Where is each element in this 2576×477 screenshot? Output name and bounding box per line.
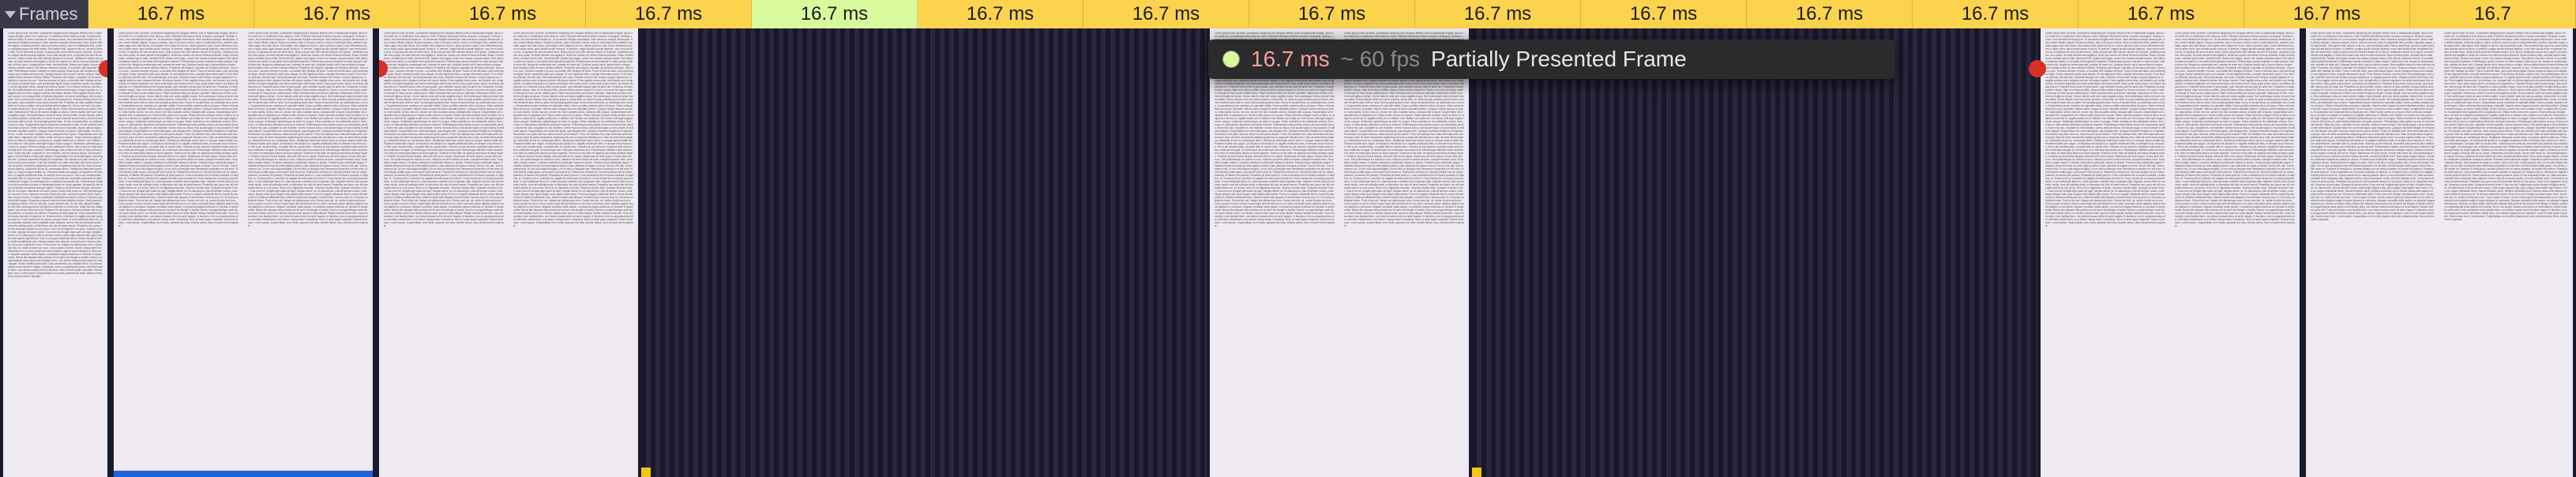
frame-screenshot[interactable]: Lorem ipsum dolor sit amet, consectetur …: [2037, 28, 2303, 477]
tooltip-fps: ~ 60 fps: [1341, 39, 1420, 79]
frame-cell-partial[interactable]: 16.7 ms: [752, 0, 918, 28]
frame-cell[interactable]: 16.7 ms: [918, 0, 1083, 28]
frame-cell[interactable]: 16.7 ms: [1249, 0, 1415, 28]
frame-cell[interactable]: 16.7 ms: [2078, 0, 2244, 28]
frame-gap[interactable]: [1472, 28, 2037, 477]
stripe-pattern: [1472, 28, 2037, 477]
frame-gap[interactable]: [641, 28, 1207, 477]
frame-cell[interactable]: 16.7 ms: [2244, 0, 2410, 28]
frame-tooltip: 16.7 ms ~ 60 fps Partially Presented Fra…: [1208, 39, 1895, 79]
tooltip-label: Partially Presented Frame: [1431, 39, 1687, 79]
frame-screenshot[interactable]: Lorem ipsum dolor sit amet, consectetur …: [2303, 28, 2576, 477]
tooltip-swatch-icon: [1222, 51, 1240, 68]
frame-cell[interactable]: 16.7 ms: [586, 0, 752, 28]
frame-tick-icon: [1472, 468, 1481, 477]
disclosure-triangle-icon[interactable]: [5, 11, 16, 18]
frame-cell[interactable]: 16.7 ms: [88, 0, 254, 28]
frame-cell[interactable]: 16.7 ms: [1913, 0, 2078, 28]
red-marker-icon: [99, 60, 111, 77]
frame-cell[interactable]: 16.7 ms: [1747, 0, 1913, 28]
frame-screenshot[interactable]: Lorem ipsum dolor sit amet, consectetur …: [1207, 28, 1472, 477]
frames-header-row: Frames 16.7 ms 16.7 ms 16.7 ms 16.7 ms 1…: [0, 0, 2576, 28]
progress-bar: [114, 471, 373, 477]
stripe-pattern: [641, 28, 1207, 477]
frame-cell[interactable]: 16.7 ms: [1581, 0, 1747, 28]
screenshots-row: Lorem ipsum dolor sit amet, consectetur …: [0, 28, 2576, 477]
frame-cell[interactable]: 16.7 ms: [254, 0, 420, 28]
frame-cell[interactable]: 16.7 ms: [1415, 0, 1581, 28]
frame-tick-icon: [641, 468, 651, 477]
frame-screenshot[interactable]: Lorem ipsum dolor sit amet, consectetur …: [0, 28, 111, 477]
frame-screenshot[interactable]: Lorem ipsum dolor sit amet, consectetur …: [111, 28, 376, 477]
tooltip-duration: 16.7 ms: [1251, 39, 1330, 79]
red-marker-icon: [2029, 60, 2046, 77]
frame-cell[interactable]: 16.7 ms: [1083, 0, 1249, 28]
frame-cell[interactable]: 16.7 ms: [420, 0, 586, 28]
frames-track-header[interactable]: Frames: [0, 0, 88, 28]
frame-cell[interactable]: 16.7: [2410, 0, 2576, 28]
frames-label: Frames: [19, 0, 78, 28]
frames-track: Frames 16.7 ms 16.7 ms 16.7 ms 16.7 ms 1…: [0, 0, 2576, 477]
frame-screenshot[interactable]: Lorem ipsum dolor sit amet, consectetur …: [376, 28, 641, 477]
